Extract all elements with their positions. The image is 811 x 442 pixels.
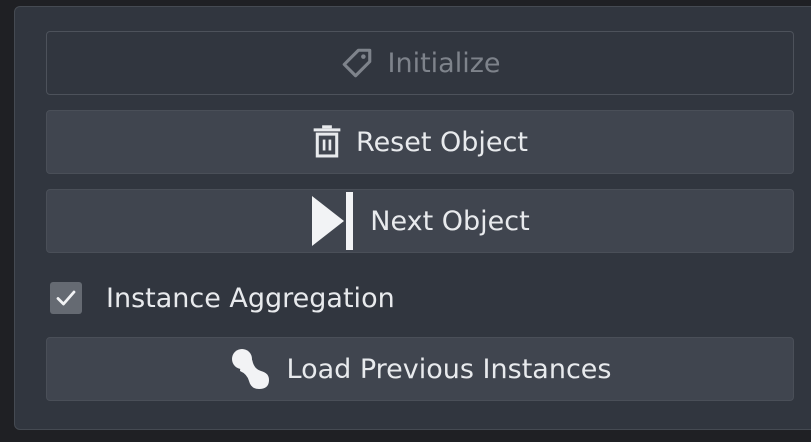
load-previous-instances-label: Load Previous Instances (286, 353, 612, 385)
initialize-button[interactable]: Initialize (46, 31, 794, 95)
reset-object-label: Reset Object (356, 126, 528, 158)
next-object-button[interactable]: Next Object (46, 189, 794, 253)
reset-object-button[interactable]: Reset Object (46, 110, 794, 174)
instance-aggregation-label: Instance Aggregation (106, 282, 395, 314)
initialize-label: Initialize (387, 47, 501, 79)
check-icon (56, 290, 76, 306)
skip-next-icon (310, 192, 356, 250)
blob-icon (229, 347, 273, 391)
tag-icon (340, 46, 374, 80)
load-previous-instances-button[interactable]: Load Previous Instances (46, 337, 794, 401)
next-object-label: Next Object (370, 205, 530, 237)
instance-aggregation-checkbox[interactable] (50, 282, 82, 314)
instance-aggregation-toggle[interactable]: Instance Aggregation (50, 278, 395, 318)
trash-icon (312, 125, 342, 159)
